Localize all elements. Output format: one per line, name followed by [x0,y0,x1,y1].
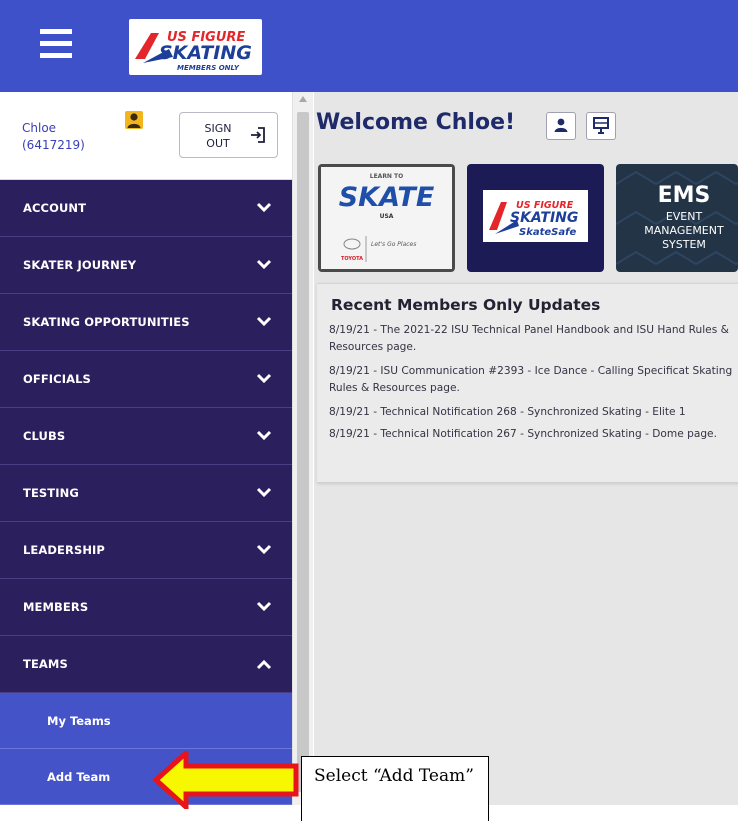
logo-tagline: MEMBERS ONLY [177,64,240,72]
user-member-id: (6417219) [22,138,85,152]
sidebar-item-account[interactable]: ACCOUNT [0,180,292,237]
sign-out-button[interactable]: SIGN OUT [179,112,278,158]
chevron-down-icon [256,601,272,612]
chevron-down-icon [256,316,272,327]
svg-text:USA: USA [380,213,394,220]
chevron-up-icon [256,659,272,670]
top-header-bar: US FIGURE SKATING MEMBERS ONLY [0,0,738,92]
update-item[interactable]: 8/19/21 - ISU Communication #2393 - Ice … [329,363,738,399]
user-info: Chloe (6417219) [22,120,85,154]
logo-line2: SKATING [159,42,252,64]
profile-button[interactable] [546,112,576,140]
tile-event-management-system[interactable]: EMS EVENT MANAGEMENT SYSTEM [616,164,738,272]
updates-title: Recent Members Only Updates [331,296,601,314]
sidebar-item-clubs[interactable]: CLUBS [0,408,292,465]
svg-text:SYSTEM: SYSTEM [662,238,706,251]
scrollbar-thumb[interactable] [297,112,309,792]
svg-text:EVENT: EVENT [666,210,703,223]
sign-out-icon [249,126,267,144]
update-item[interactable]: 8/19/21 - The 2021-22 ISU Technical Pane… [329,322,738,358]
sidebar-subitem-my-teams[interactable]: My Teams [0,693,292,749]
chevron-down-icon [256,430,272,441]
annotation-callout: Select “Add Team” [301,756,489,821]
sidebar-item-skater-journey[interactable]: SKATER JOURNEY [0,237,292,294]
chevron-down-icon [256,544,272,555]
sidebar-scrollbar[interactable] [292,92,313,805]
us-figure-skating-logo[interactable]: US FIGURE SKATING MEMBERS ONLY [129,19,262,75]
logo-graphic: US FIGURE SKATING MEMBERS ONLY [135,30,252,72]
update-item[interactable]: 8/19/21 - Technical Notification 268 - S… [329,404,738,422]
svg-text:SkateSafe: SkateSafe [519,227,576,238]
main-content: Welcome Chloe! LEARN TO SKATE USA TOYOTA… [314,92,738,805]
chevron-down-icon [256,487,272,498]
sidebar-item-leadership[interactable]: LEADERSHIP [0,522,292,579]
chevron-down-icon [256,202,272,213]
sign-out-label: SIGN OUT [204,122,232,150]
sidebar: Chloe (6417219) SIGN OUT ACCOUNT SKATER … [0,92,292,805]
user-icon [554,118,568,132]
hamburger-menu-icon[interactable] [40,29,72,59]
svg-text:TOYOTA: TOYOTA [341,256,363,262]
monitor-icon [593,117,609,134]
svg-text:SKATING: SKATING [510,210,578,226]
welcome-heading: Welcome Chloe! [316,110,516,135]
chevron-down-icon [256,259,272,270]
tile-skatesafe[interactable]: US FIGURE SKATING SkateSafe [467,164,604,272]
sidebar-item-testing[interactable]: TESTING [0,465,292,522]
annotation-text: Select “Add Team” [314,766,474,786]
sidebar-item-officials[interactable]: OFFICIALS [0,351,292,408]
user-avatar-icon [125,111,143,129]
scroll-up-arrow-icon[interactable] [299,96,307,102]
sidebar-menu: ACCOUNT SKATER JOURNEY SKATING OPPORTUNI… [0,180,292,805]
annotation-arrow-icon [152,751,299,809]
sidebar-item-teams[interactable]: TEAMS [0,636,292,693]
sidebar-item-members[interactable]: MEMBERS [0,579,292,636]
chevron-down-icon [256,373,272,384]
update-item[interactable]: 8/19/21 - Technical Notification 267 - S… [329,426,738,462]
user-panel: Chloe (6417219) SIGN OUT [0,92,292,180]
user-name: Chloe [22,121,57,135]
sidebar-item-skating-opportunities[interactable]: SKATING OPPORTUNITIES [0,294,292,351]
app-tiles: LEARN TO SKATE USA TOYOTA Let's Go Place… [314,164,738,272]
svg-text:SKATE: SKATE [339,182,435,213]
display-button[interactable] [586,112,616,140]
svg-text:Let's Go Places: Let's Go Places [371,241,416,248]
svg-text:MANAGEMENT: MANAGEMENT [644,224,724,237]
recent-updates-panel: Recent Members Only Updates 8/19/21 - Th… [317,283,738,483]
svg-text:EMS: EMS [658,183,711,208]
svg-text:LEARN TO: LEARN TO [370,173,404,180]
tile-learn-to-skate[interactable]: LEARN TO SKATE USA TOYOTA Let's Go Place… [318,164,455,272]
